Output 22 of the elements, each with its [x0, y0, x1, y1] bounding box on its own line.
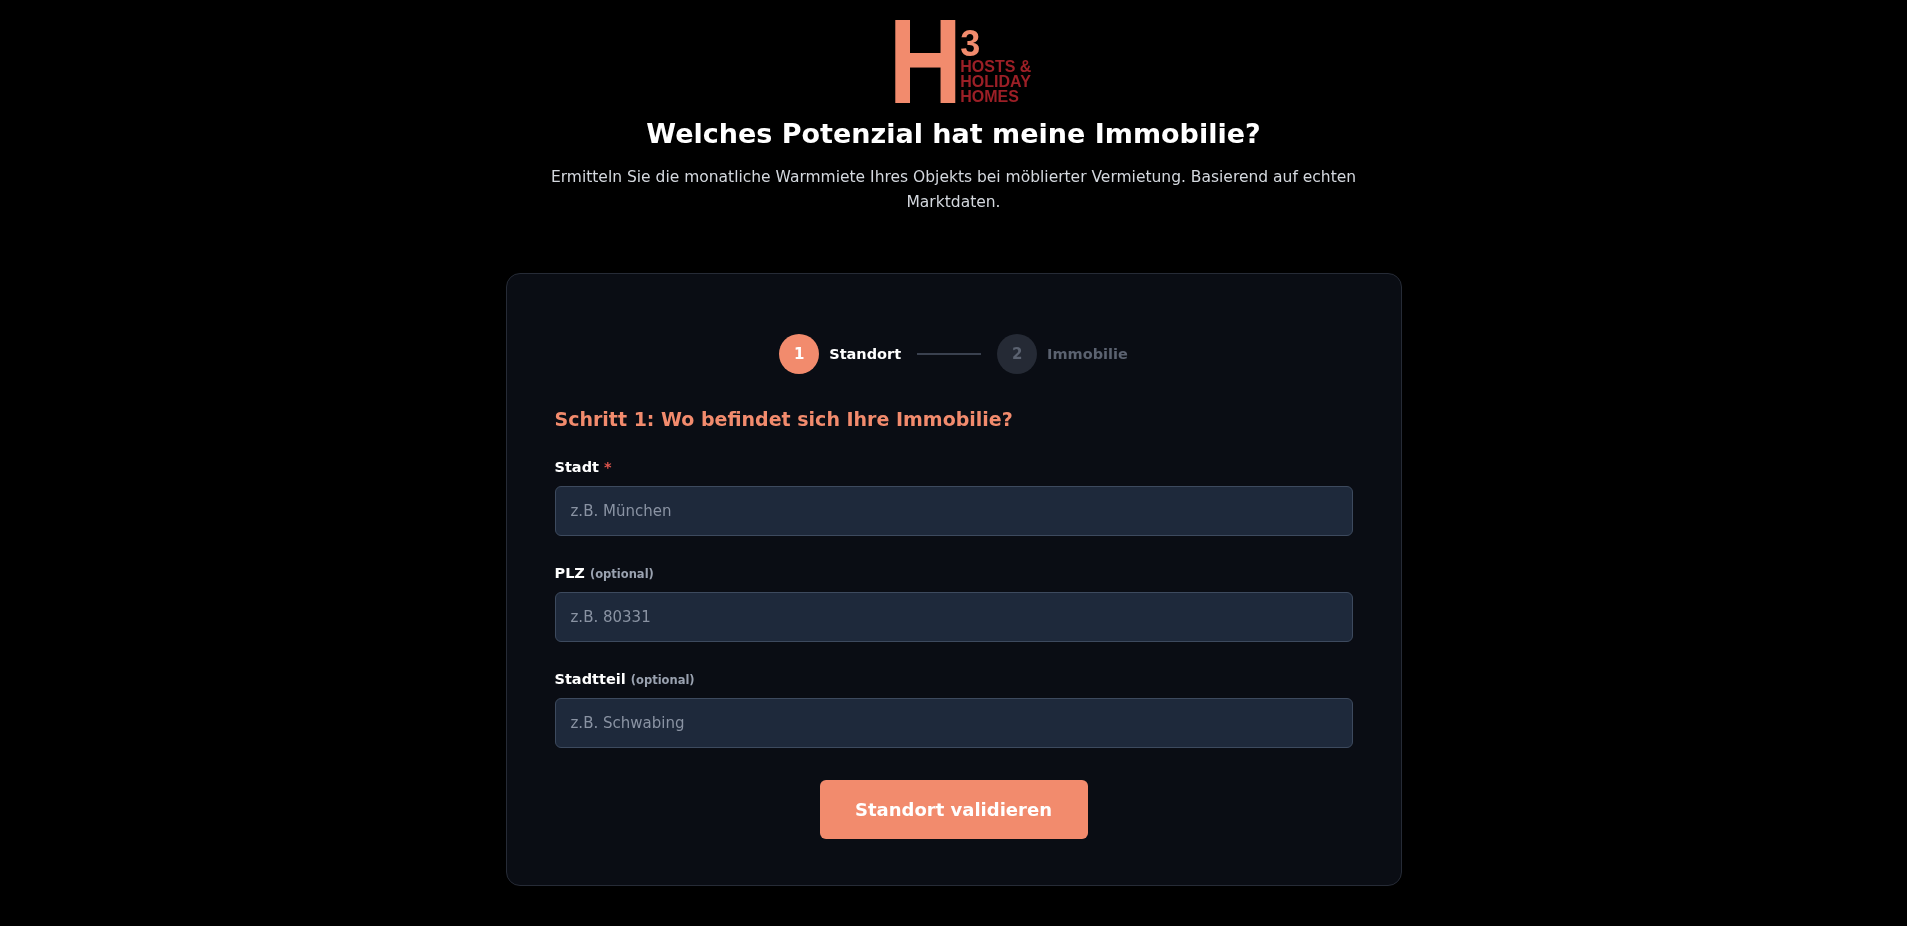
step-number: 2 — [997, 334, 1038, 374]
step-label: Standort — [829, 346, 902, 362]
logo-text: HOSTS & — [960, 59, 1032, 74]
step-heading: Schritt 1: Wo befindet sich Ihre Immobilie? — [554, 408, 1014, 430]
field-label: PLZ — [554, 565, 585, 581]
step-label: Immobilie — [1047, 346, 1128, 362]
input-field[interactable]: z.B. München — [554, 486, 1353, 536]
validate-button[interactable]: Standort validieren — [819, 780, 1088, 839]
input-field[interactable]: z.B. Schwabing — [554, 698, 1353, 748]
optional-note: (optional) — [630, 673, 695, 687]
input-field[interactable]: z.B. 80331 — [554, 592, 1353, 642]
field-label: Stadt — [554, 459, 599, 475]
logo-text: HOMES — [960, 89, 1020, 104]
required-mark: * — [604, 459, 612, 475]
logo-letter: H — [888, 18, 959, 104]
logo-superscript: 3 — [960, 29, 981, 59]
optional-note: (optional) — [589, 567, 654, 581]
page-title: Welches Potenzial hat meine Immobilie? — [646, 118, 1261, 149]
field-label: Stadtteil — [554, 671, 626, 687]
logo-text: HOLIDAY — [960, 74, 1032, 89]
step-number: 1 — [779, 334, 820, 374]
page-subtitle: Ermitteln Sie die monatliche Warmmiete Ihres Objekts bei möblierter Vermietung. Basierend auf echten Marktdaten. — [549, 167, 1358, 213]
